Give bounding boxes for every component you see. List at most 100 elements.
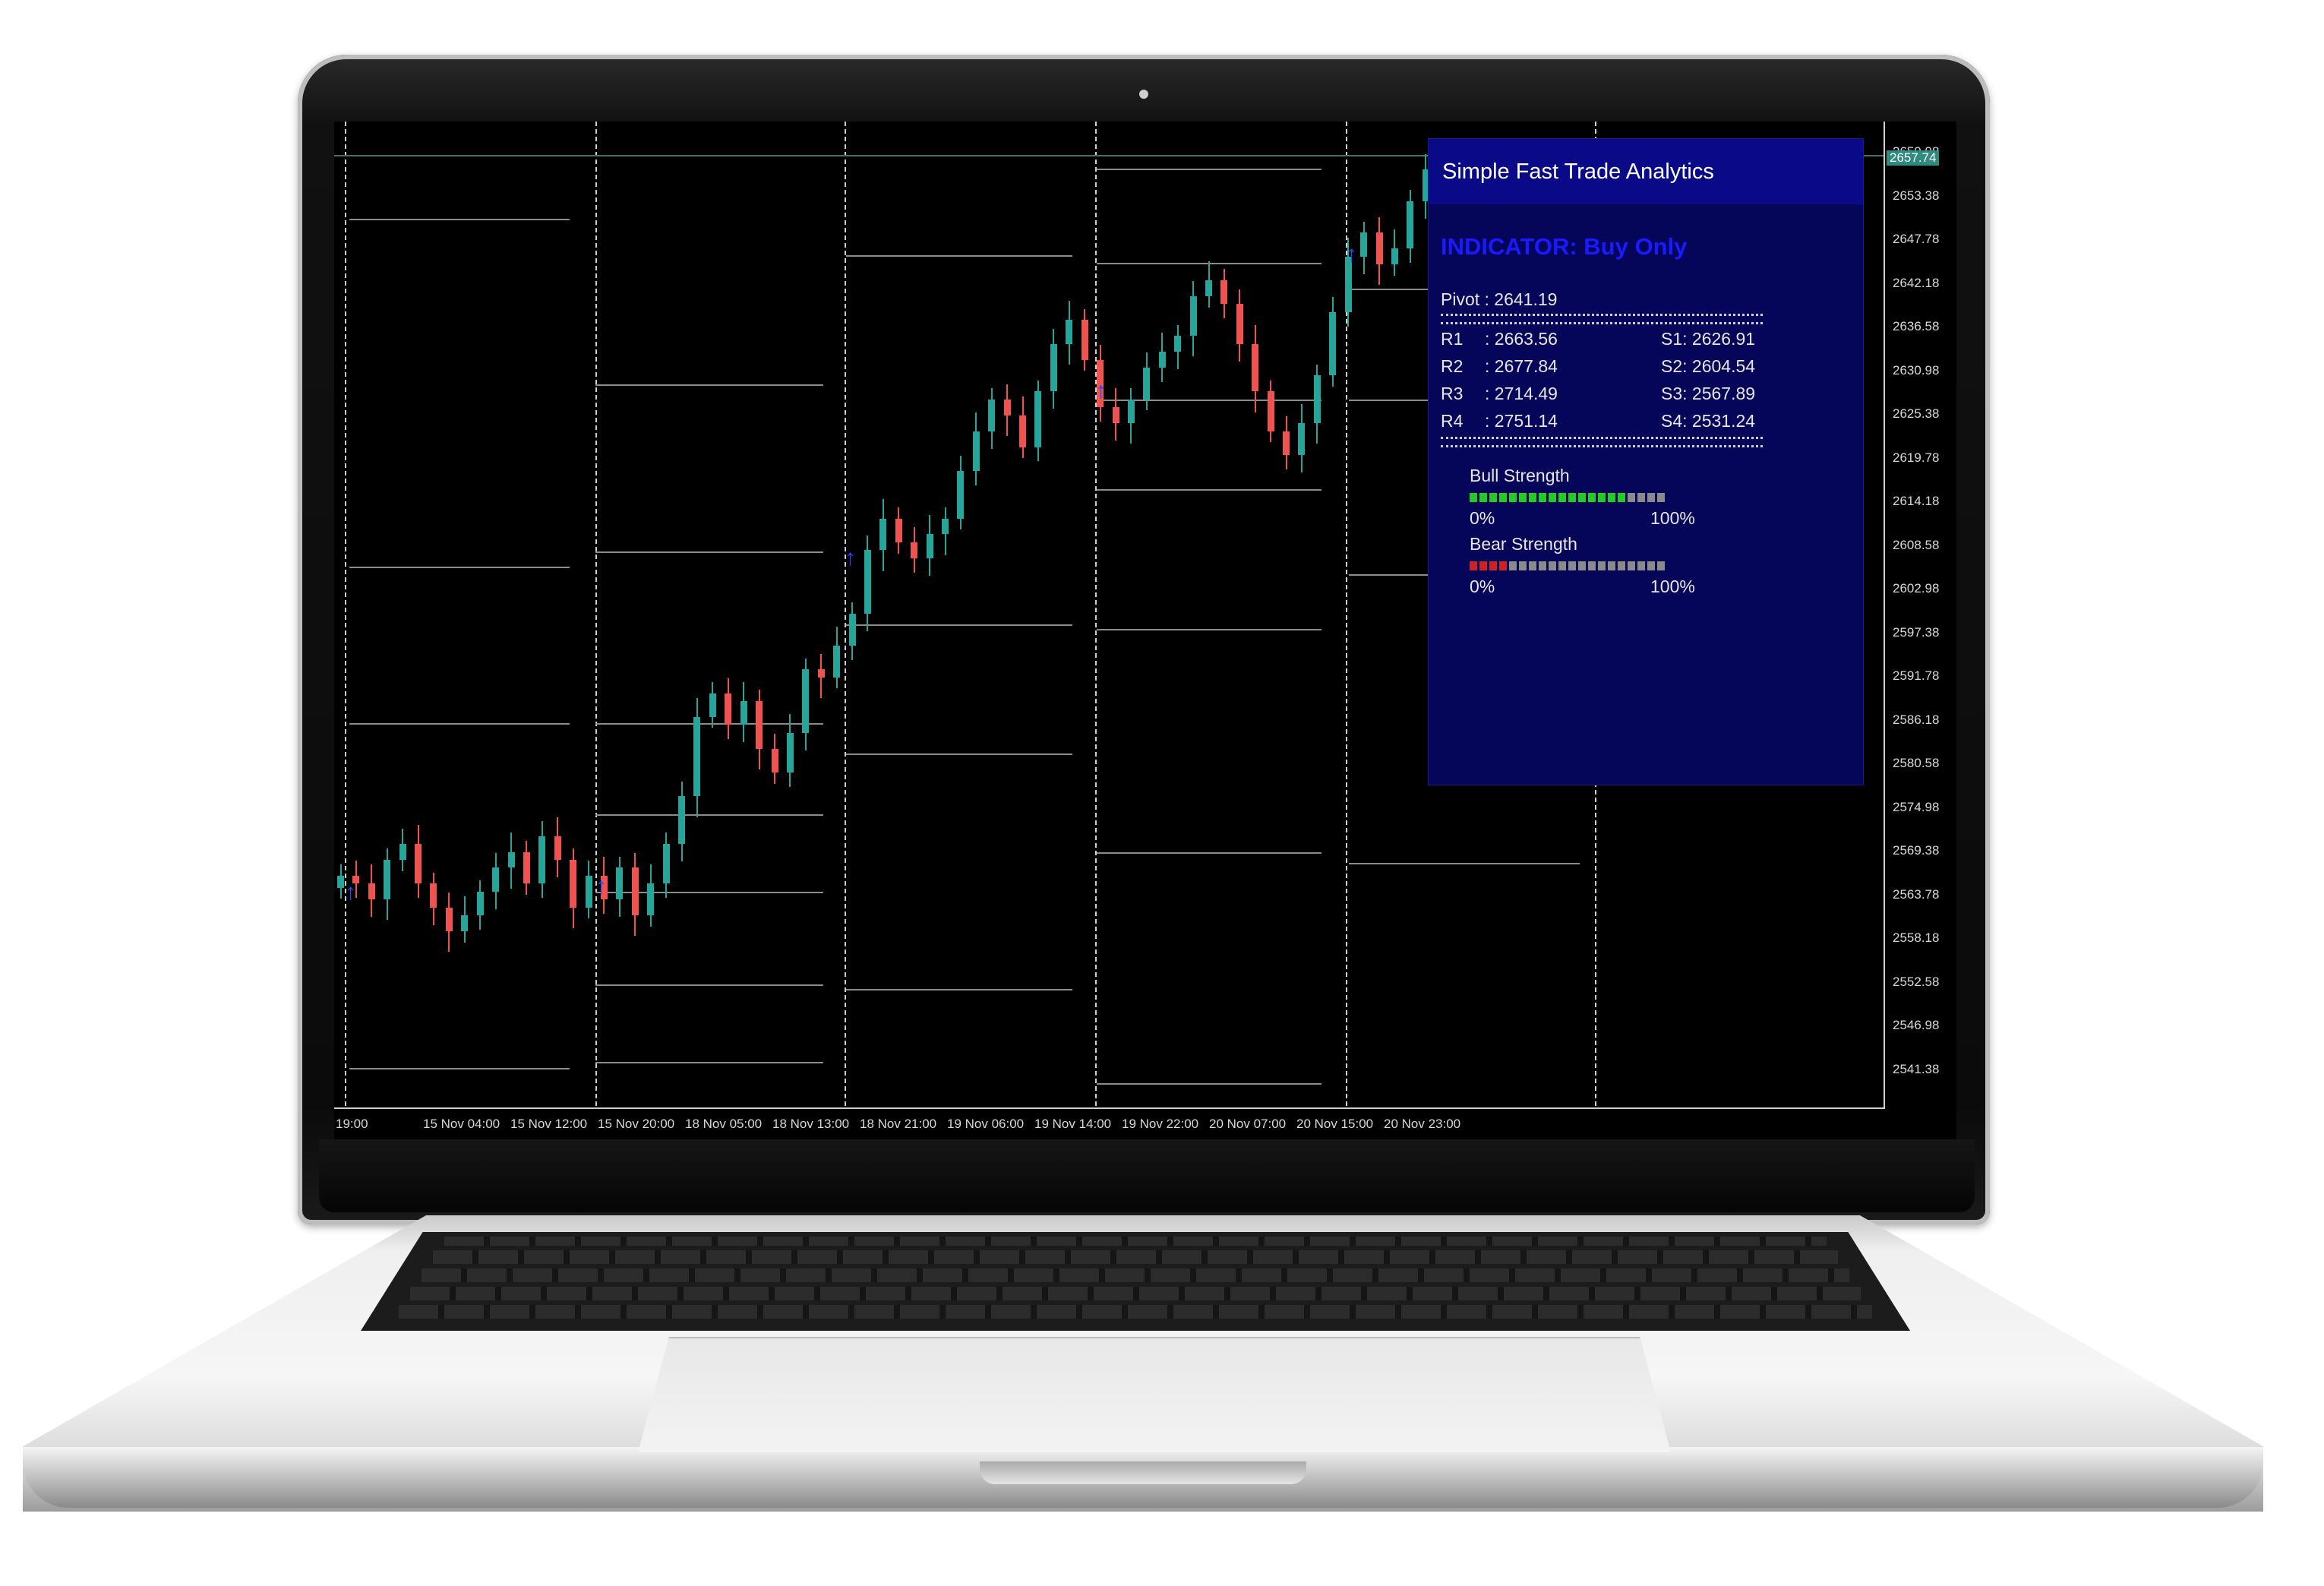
candle-body[interactable] [817,669,825,678]
candle-body[interactable] [1189,295,1197,336]
candle-body[interactable] [1329,311,1337,376]
candle-body[interactable] [988,399,996,431]
candle-body[interactable] [554,836,561,860]
separator-bottom [1441,437,1763,447]
r2-value: : 2677.84 [1485,356,1558,376]
candle-body[interactable] [1112,407,1119,424]
candle-body[interactable] [1252,343,1259,392]
candle-body[interactable] [942,518,949,535]
candle-body[interactable] [492,867,500,892]
candle-body[interactable] [538,836,546,884]
candle-body[interactable] [833,645,841,678]
candle-body[interactable] [771,748,778,773]
candle-body[interactable] [384,860,391,900]
candle-body[interactable] [1034,391,1042,447]
lid-notch [980,1461,1306,1484]
price-tick-label: 2619.78 [1893,450,1940,465]
candle-body[interactable] [879,518,887,551]
candle-body[interactable] [523,851,530,884]
candle-body[interactable] [1407,201,1414,249]
meter-segment [1509,493,1517,502]
buy-signal-arrow-icon: ↑ [345,880,356,905]
candle-body[interactable] [786,732,794,773]
candle-body[interactable] [756,700,763,749]
candle-body[interactable] [1391,248,1398,265]
meter-segment [1618,493,1625,502]
candle-body[interactable] [1313,375,1321,424]
candle-body[interactable] [570,860,577,908]
candle-body[interactable] [1127,399,1135,424]
candle-body[interactable] [1143,368,1151,400]
candle-body[interactable] [740,700,747,725]
candle-body[interactable] [848,614,856,646]
candle-body[interactable] [802,669,810,733]
candle-body[interactable] [1220,280,1228,305]
candle-body[interactable] [476,891,484,916]
pivot-level-line [1097,1083,1321,1085]
candle-body[interactable] [1174,336,1182,352]
candle-body[interactable] [709,693,716,717]
candle-body[interactable] [1050,343,1057,392]
candle-body[interactable] [507,851,515,868]
candle-body[interactable] [1066,320,1073,344]
candle-body[interactable] [430,883,437,908]
r1-label: R1 [1441,329,1464,349]
pivot-level-line [846,754,1072,755]
price-tick-label: 2586.18 [1893,712,1940,727]
s2-value: S2: 2604.54 [1661,356,1756,376]
candle-body[interactable] [1283,431,1290,455]
time-tick-label: 15 Nov 12:00 [510,1117,588,1131]
pivot-level-line [349,567,570,568]
candle-body[interactable] [1298,423,1306,455]
candle-body[interactable] [445,907,453,932]
candle-body[interactable] [337,875,344,888]
candle-body[interactable] [957,470,965,519]
candle-body[interactable] [693,716,701,797]
candle-body[interactable] [1236,304,1243,344]
pivot-level-line [1097,169,1321,170]
candle-body[interactable] [678,796,686,845]
meter-segment [1519,493,1527,502]
price-tick-label: 2541.38 [1893,1061,1940,1076]
candle-body[interactable] [1267,391,1274,431]
price-tick-label: 2630.98 [1893,362,1940,378]
candle-body[interactable] [647,883,655,916]
candle-body[interactable] [1019,415,1027,447]
webcam [1139,90,1148,99]
candle-body[interactable] [662,844,670,884]
meter-segment [1637,561,1645,570]
candle-body[interactable] [972,431,980,471]
candle-body[interactable] [725,693,732,725]
candle-body[interactable] [864,550,871,614]
candle-body[interactable] [1158,352,1166,368]
candle-body[interactable] [926,534,933,558]
candle-body[interactable] [461,915,469,932]
meter-segment [1470,561,1477,570]
pivot-level-line [349,219,570,220]
pivot-value: Pivot : 2641.19 [1441,289,1558,309]
candle-body[interactable] [368,883,375,900]
candle-body[interactable] [895,518,902,542]
candle-body[interactable] [1003,399,1011,415]
candle-body[interactable] [1375,232,1383,265]
candle-body[interactable] [911,542,918,558]
meter-segment [1637,493,1645,502]
pivot-level-line [846,255,1072,257]
meter-segment [1588,493,1596,502]
pivot-level-line [595,984,823,986]
candle-body[interactable] [631,867,639,916]
candle-body[interactable] [415,844,422,884]
pivot-level-line [595,551,823,553]
candle-body[interactable] [1081,320,1088,360]
candle-body[interactable] [616,867,624,900]
candle-body[interactable] [1360,232,1368,257]
time-tick-label: 20 Nov 07:00 [1209,1117,1287,1131]
meter-segment [1608,561,1615,570]
candle-body[interactable] [399,844,406,860]
candle-body[interactable] [1205,280,1212,296]
candle-body[interactable] [585,875,592,908]
buy-signal-arrow-icon: ↑ [845,545,856,570]
session-divider [595,122,597,1106]
price-tick-label: 2552.58 [1893,974,1940,989]
keyboard-row-4 [399,1305,1872,1319]
